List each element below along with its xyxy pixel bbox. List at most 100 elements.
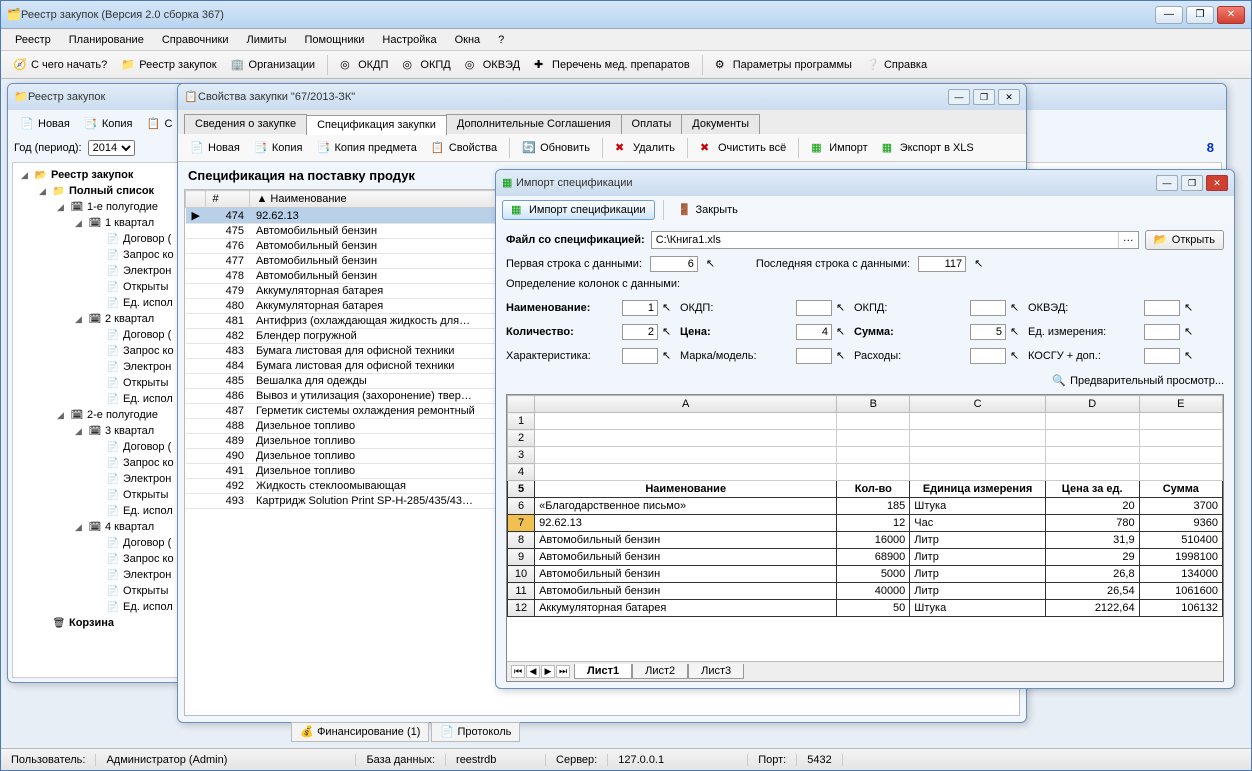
cursor-icon[interactable]: ↖ bbox=[836, 349, 850, 363]
bottom-tab-finance[interactable]: 💰 Финансирование (1) bbox=[291, 722, 429, 742]
field-exp-input[interactable] bbox=[970, 348, 1006, 364]
menu-refs[interactable]: Справочники bbox=[154, 32, 237, 48]
file-label: Файл со спецификацией: bbox=[506, 234, 645, 246]
reg-copy-button[interactable]: 📑Копия bbox=[78, 115, 139, 133]
cursor-icon[interactable]: ↖ bbox=[1010, 349, 1024, 363]
excel-preview[interactable]: A B C D E 12345НаименованиеКол-воЕдиница… bbox=[506, 394, 1224, 682]
reg-new-button[interactable]: 📄Новая bbox=[14, 115, 76, 133]
spec-copyobj-button[interactable]: 📑Копия предмета bbox=[310, 139, 422, 157]
cursor-icon[interactable]: ↖ bbox=[662, 325, 676, 339]
cursor-icon[interactable]: ↖ bbox=[662, 349, 676, 363]
close-button[interactable]: ✕ bbox=[998, 89, 1020, 105]
tb-okdp[interactable]: ◎ОКДП bbox=[334, 56, 394, 74]
cursor-icon[interactable]: ↖ bbox=[1010, 301, 1024, 315]
open-button[interactable]: 📂Открыть bbox=[1145, 230, 1224, 250]
bottom-tab-protocols[interactable]: 📄 Протоколь bbox=[431, 722, 520, 742]
excel-row[interactable]: 792.62.1312Час7809360 bbox=[508, 515, 1223, 532]
menu-limits[interactable]: Лимиты bbox=[238, 32, 294, 48]
menu-registry[interactable]: Реестр bbox=[7, 32, 59, 48]
cursor-icon[interactable]: ↖ bbox=[1184, 325, 1198, 339]
tab-payments[interactable]: Оплаты bbox=[621, 114, 683, 134]
status-server: 127.0.0.1 bbox=[608, 754, 748, 766]
tab-agreements[interactable]: Дополнительные Соглашения bbox=[446, 114, 622, 134]
cursor-icon[interactable]: ↖ bbox=[1010, 325, 1024, 339]
maximize-button[interactable]: ❐ bbox=[1186, 6, 1214, 24]
menu-windows[interactable]: Окна bbox=[447, 32, 489, 48]
tb-orgs[interactable]: 🏢Организации bbox=[225, 56, 322, 74]
spec-props-button[interactable]: 📋Свойства bbox=[425, 139, 503, 157]
sheet-first[interactable]: ⏮ bbox=[511, 665, 525, 678]
excel-row[interactable]: 9Автомобильный бензин68900Литр291998100 bbox=[508, 549, 1223, 566]
field-price-input[interactable] bbox=[796, 324, 832, 340]
tab-docs[interactable]: Документы bbox=[681, 114, 760, 134]
sheet-last[interactable]: ⏭ bbox=[556, 665, 570, 678]
menu-settings[interactable]: Настройка bbox=[374, 32, 444, 48]
field-name-input[interactable] bbox=[622, 300, 658, 316]
minimize-button[interactable]: — bbox=[1155, 6, 1183, 24]
menu-helpers[interactable]: Помощники bbox=[296, 32, 372, 48]
cursor-icon[interactable]: ↖ bbox=[974, 257, 988, 271]
doc-icon: 📄 bbox=[106, 584, 120, 598]
excel-row[interactable]: 10Автомобильный бензин5000Литр26,8134000 bbox=[508, 566, 1223, 583]
import-run-button[interactable]: ▦Импорт спецификации bbox=[502, 200, 655, 220]
spec-import-button[interactable]: ▦Импорт bbox=[805, 139, 873, 157]
minimize-button[interactable]: — bbox=[948, 89, 970, 105]
field-sum-input[interactable] bbox=[970, 324, 1006, 340]
sheet-prev[interactable]: ◀ bbox=[526, 665, 540, 678]
spec-export-button[interactable]: ▦Экспорт в XLS bbox=[876, 139, 980, 157]
sheet-tab-1[interactable]: Лист1 bbox=[574, 664, 632, 679]
sheet-tab-3[interactable]: Лист3 bbox=[688, 664, 744, 679]
col-num[interactable]: # bbox=[206, 191, 250, 208]
menu-help[interactable]: ? bbox=[490, 32, 512, 48]
maximize-button[interactable]: ❐ bbox=[1181, 175, 1203, 191]
cursor-icon[interactable]: ↖ bbox=[706, 257, 720, 271]
tab-info[interactable]: Сведения о закупке bbox=[184, 114, 307, 134]
tb-okved[interactable]: ◎ОКВЭД bbox=[459, 56, 526, 74]
tb-help[interactable]: ❔Справка bbox=[860, 56, 933, 74]
field-okdp-input[interactable] bbox=[796, 300, 832, 316]
field-kosgu-input[interactable] bbox=[1144, 348, 1180, 364]
tb-okpd[interactable]: ◎ОКПД bbox=[396, 56, 456, 74]
first-row-input[interactable] bbox=[650, 256, 698, 272]
sheet-next[interactable]: ▶ bbox=[541, 665, 555, 678]
last-row-input[interactable] bbox=[918, 256, 966, 272]
close-button[interactable]: ✕ bbox=[1217, 6, 1245, 24]
spec-delete-button[interactable]: ✖Удалить bbox=[609, 139, 681, 157]
close-button[interactable]: ✕ bbox=[1206, 175, 1228, 191]
field-unit-input[interactable] bbox=[1144, 324, 1180, 340]
field-qty-input[interactable] bbox=[622, 324, 658, 340]
menu-planning[interactable]: Планирование bbox=[61, 32, 152, 48]
tb-params[interactable]: ⚙Параметры программы bbox=[709, 56, 858, 74]
spec-new-button[interactable]: 📄Новая bbox=[184, 139, 246, 157]
cursor-icon[interactable]: ↖ bbox=[836, 301, 850, 315]
spec-copy-button[interactable]: 📑Копия bbox=[248, 139, 309, 157]
field-char-input[interactable] bbox=[622, 348, 658, 364]
tb-registry[interactable]: 📁Реестр закупок bbox=[115, 56, 222, 74]
cursor-icon[interactable]: ↖ bbox=[662, 301, 676, 315]
sheet-tab-2[interactable]: Лист2 bbox=[632, 664, 688, 679]
file-browse-button[interactable]: … bbox=[1118, 232, 1138, 248]
tab-spec[interactable]: Спецификация закупки bbox=[306, 115, 447, 135]
reg-more-button[interactable]: 📋С bbox=[140, 115, 178, 133]
maximize-button[interactable]: ❐ bbox=[973, 89, 995, 105]
minimize-button[interactable]: — bbox=[1156, 175, 1178, 191]
excel-row[interactable]: 12Аккумуляторная батарея50Штука2122,6410… bbox=[508, 600, 1223, 617]
preview-button[interactable]: 🔍Предварительный просмотр... bbox=[1052, 374, 1224, 388]
excel-row[interactable]: 6«Благодарственное письмо»185Штука203700 bbox=[508, 498, 1223, 515]
tb-start[interactable]: 🧭С чего начать? bbox=[7, 56, 113, 74]
cursor-icon[interactable]: ↖ bbox=[1184, 349, 1198, 363]
file-input[interactable] bbox=[652, 232, 1118, 248]
cursor-icon[interactable]: ↖ bbox=[836, 325, 850, 339]
excel-row[interactable]: 8Автомобильный бензин16000Литр31,9510400 bbox=[508, 532, 1223, 549]
field-model-input[interactable] bbox=[796, 348, 832, 364]
field-okpd-input[interactable] bbox=[970, 300, 1006, 316]
tb-med[interactable]: ✚Перечень мед. препаратов bbox=[528, 56, 696, 74]
import-close-button[interactable]: 🚪Закрыть bbox=[672, 201, 744, 219]
spec-refresh-button[interactable]: 🔄Обновить bbox=[516, 139, 596, 157]
cursor-icon[interactable]: ↖ bbox=[1184, 301, 1198, 315]
year-select[interactable]: 2014 bbox=[88, 140, 135, 156]
spec-clear-button[interactable]: ✖Очистить всё bbox=[694, 139, 792, 157]
field-okved-input[interactable] bbox=[1144, 300, 1180, 316]
excel-row[interactable]: 11Автомобильный бензин40000Литр26,541061… bbox=[508, 583, 1223, 600]
field-label: ОКПД: bbox=[854, 302, 966, 314]
